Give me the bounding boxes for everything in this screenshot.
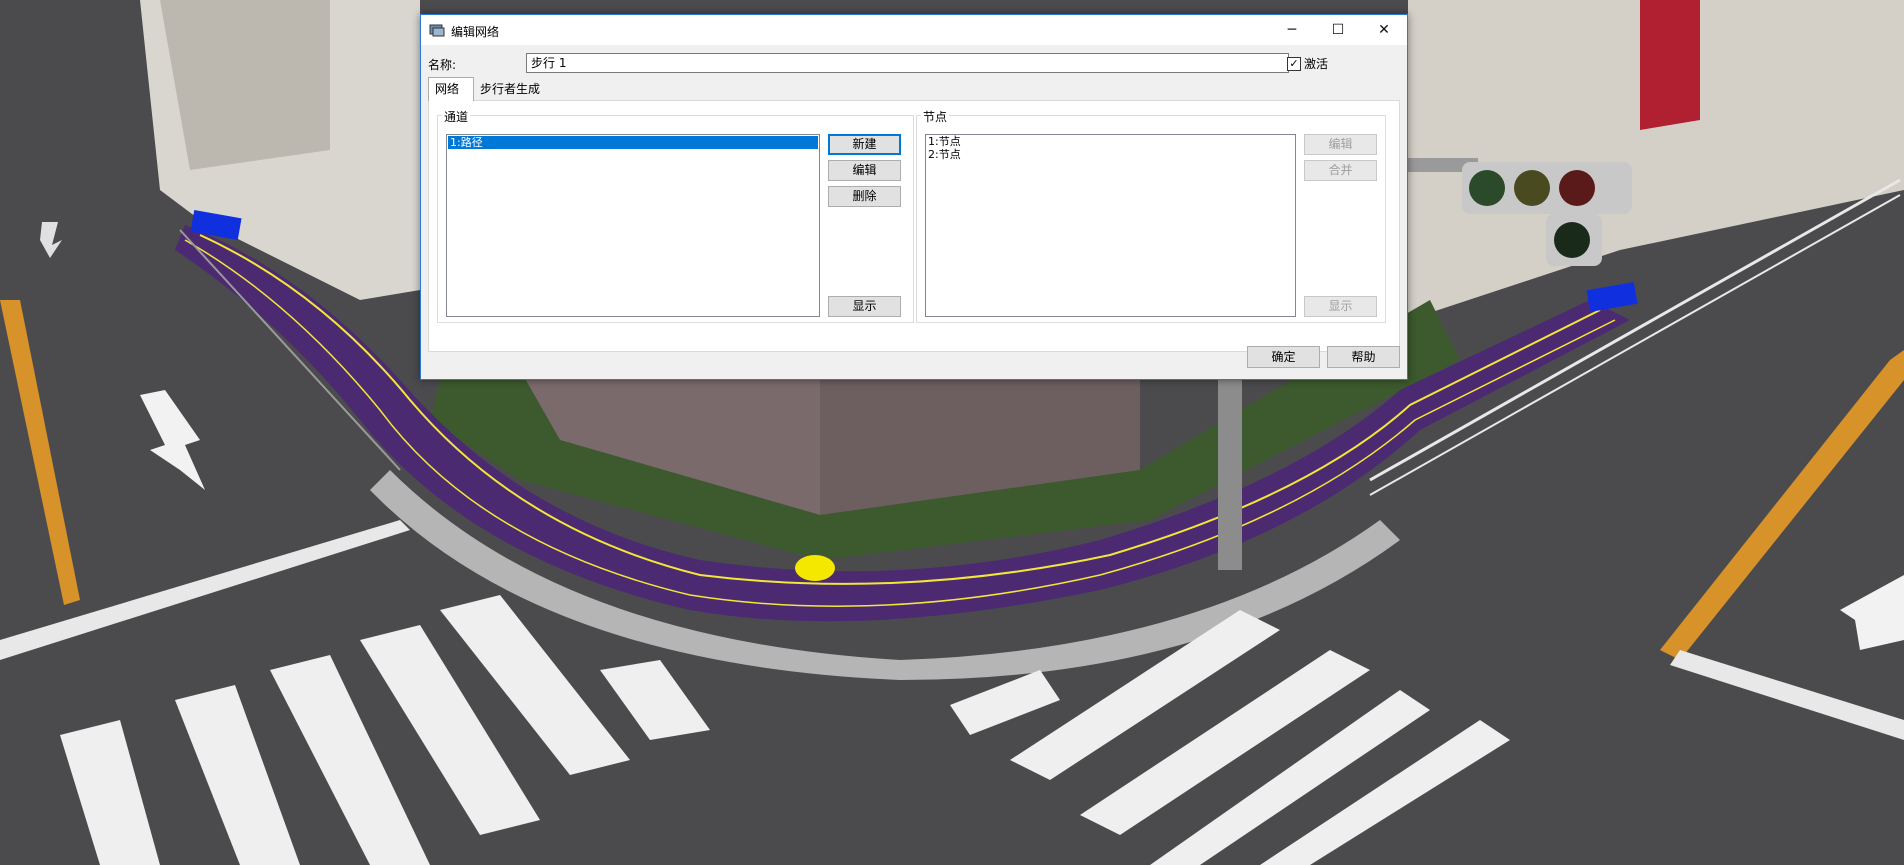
new-channel-button[interactable]: 新建: [828, 134, 901, 155]
close-button[interactable]: ✕: [1361, 15, 1407, 45]
name-input[interactable]: 步行 1: [526, 53, 1289, 73]
list-item[interactable]: 1:节点: [926, 135, 1295, 148]
channels-group: 通道 1:路径 新建 编辑 删除 显示: [437, 108, 914, 323]
activate-checkbox[interactable]: ✓ 激活: [1287, 55, 1328, 72]
list-item[interactable]: 1:路径: [448, 136, 818, 149]
ok-button[interactable]: 确定: [1247, 346, 1320, 368]
help-button[interactable]: 帮助: [1327, 346, 1400, 368]
app-icon: [429, 24, 445, 37]
tab-pedestrian-generation[interactable]: 步行者生成: [474, 79, 546, 99]
minimize-button[interactable]: ─: [1269, 15, 1315, 45]
channels-list[interactable]: 1:路径: [446, 134, 820, 317]
merge-node-button[interactable]: 合并: [1304, 160, 1377, 181]
nodes-group: 节点 1:节点 2:节点 编辑 合并 显示: [916, 108, 1386, 323]
edit-channel-button[interactable]: 编辑: [828, 160, 901, 181]
edit-network-dialog: 编辑网络 ─ ☐ ✕ 名称: 步行 1 ✓ 激活 网络 步行者生成 通道 1:路…: [420, 14, 1408, 380]
nodes-group-title: 节点: [921, 108, 950, 125]
dialog-title: 编辑网络: [451, 25, 500, 39]
show-node-button[interactable]: 显示: [1304, 296, 1377, 317]
edit-node-button[interactable]: 编辑: [1304, 134, 1377, 155]
minimize-icon: ─: [1287, 22, 1297, 38]
title-bar[interactable]: 编辑网络 ─ ☐ ✕: [421, 15, 1407, 45]
maximize-icon: ☐: [1331, 22, 1345, 38]
network-tab-panel: 通道 1:路径 新建 编辑 删除 显示 节点 1:节点 2:节点 编辑 合并 显…: [428, 100, 1400, 352]
maximize-button[interactable]: ☐: [1315, 15, 1361, 45]
tab-network[interactable]: 网络: [428, 77, 474, 101]
delete-channel-button[interactable]: 删除: [828, 186, 901, 207]
list-item[interactable]: 2:节点: [926, 148, 1295, 161]
show-channel-button[interactable]: 显示: [828, 296, 901, 317]
channels-group-title: 通道: [442, 108, 471, 125]
close-icon: ✕: [1378, 22, 1390, 38]
nodes-list[interactable]: 1:节点 2:节点: [925, 134, 1296, 317]
name-label: 名称:: [428, 58, 457, 72]
checkbox-check-icon: ✓: [1287, 56, 1301, 71]
activate-label: 激活: [1304, 57, 1329, 71]
